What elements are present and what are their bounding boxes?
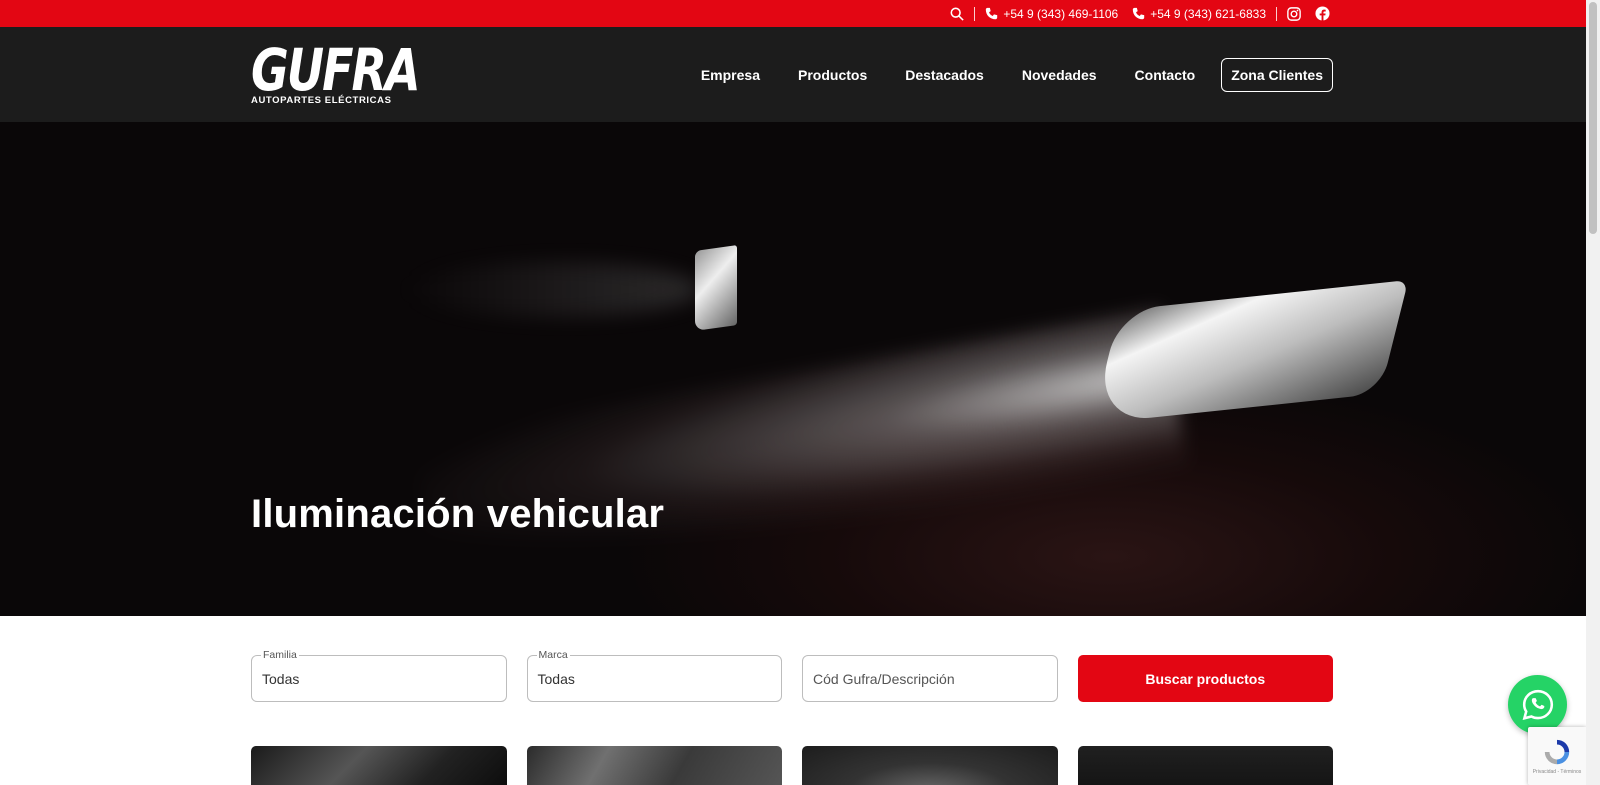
social-links (1287, 6, 1330, 21)
logo-brand: GUFRA (251, 36, 421, 104)
whatsapp-button[interactable] (1508, 675, 1567, 734)
recaptcha-icon (1542, 737, 1572, 767)
divider (974, 6, 976, 21)
hero-banner: Iluminación vehicular (0, 122, 1586, 616)
phone-link-2[interactable]: +54 9 (343) 621-6833 (1132, 7, 1266, 21)
hero-light-beam (411, 307, 1189, 597)
whatsapp-icon (1521, 688, 1555, 722)
hero-title: Iluminación vehicular (251, 492, 665, 536)
recaptcha-text: Privacidad - Términos (1532, 769, 1582, 775)
hero-light-beam (400, 262, 700, 317)
nav-item-contacto[interactable]: Contacto (1135, 67, 1196, 83)
marca-value: Todas (537, 670, 575, 687)
logo[interactable]: GUFRA AUTOPARTES ELÉCTRICAS (251, 36, 421, 111)
scrollbar-thumb[interactable] (1589, 2, 1597, 234)
nav-item-empresa[interactable]: Empresa (701, 67, 760, 83)
logo-tagline: AUTOPARTES ELÉCTRICAS (251, 95, 392, 106)
nav-item-productos[interactable]: Productos (798, 67, 867, 83)
main-header: GUFRA AUTOPARTES ELÉCTRICAS Empresa Prod… (0, 27, 1586, 122)
nav-item-destacados[interactable]: Destacados (905, 67, 984, 83)
phone-number-2: +54 9 (343) 621-6833 (1150, 6, 1266, 21)
search-icon[interactable] (950, 7, 965, 21)
top-bar: +54 9 (343) 469-1106 +54 9 (343) 621-683… (0, 0, 1586, 27)
category-card[interactable] (251, 746, 507, 785)
facebook-icon[interactable] (1315, 6, 1330, 21)
phone-link-1[interactable]: +54 9 (343) 469-1106 (985, 7, 1118, 21)
page-scrollbar[interactable] (1586, 0, 1600, 785)
marca-label: Marca (536, 649, 570, 661)
category-card[interactable] (526, 746, 782, 785)
codigo-input[interactable]: Cód Gufra/Descripción (802, 655, 1058, 702)
codigo-placeholder: Cód Gufra/Descripción (813, 670, 955, 687)
familia-select[interactable]: Familia Todas (251, 649, 507, 702)
familia-value: Todas (262, 670, 300, 687)
zona-clientes-button[interactable]: Zona Clientes (1221, 58, 1333, 92)
category-card[interactable] (1077, 746, 1333, 785)
hero-headlight-left (695, 245, 737, 331)
hero-headlight-right (1091, 280, 1409, 424)
nav-item-novedades[interactable]: Novedades (1022, 67, 1097, 83)
divider (1276, 6, 1277, 21)
phone-icon (1132, 7, 1145, 20)
product-search-form: Familia Todas Marca Todas Cód Gufra/Desc… (251, 649, 1333, 702)
marca-select[interactable]: Marca Todas (526, 649, 782, 702)
buscar-productos-button[interactable]: Buscar productos (1077, 655, 1333, 702)
phone-number-1: +54 9 (343) 469-1106 (1003, 6, 1119, 21)
product-category-cards (251, 746, 1333, 785)
main-nav: Empresa Productos Destacados Novedades C… (663, 58, 1333, 92)
instagram-icon[interactable] (1287, 6, 1301, 21)
phone-icon (985, 7, 998, 20)
recaptcha-badge[interactable]: Privacidad - Términos (1528, 727, 1586, 785)
familia-label: Familia (261, 649, 299, 661)
category-card[interactable] (802, 746, 1058, 785)
